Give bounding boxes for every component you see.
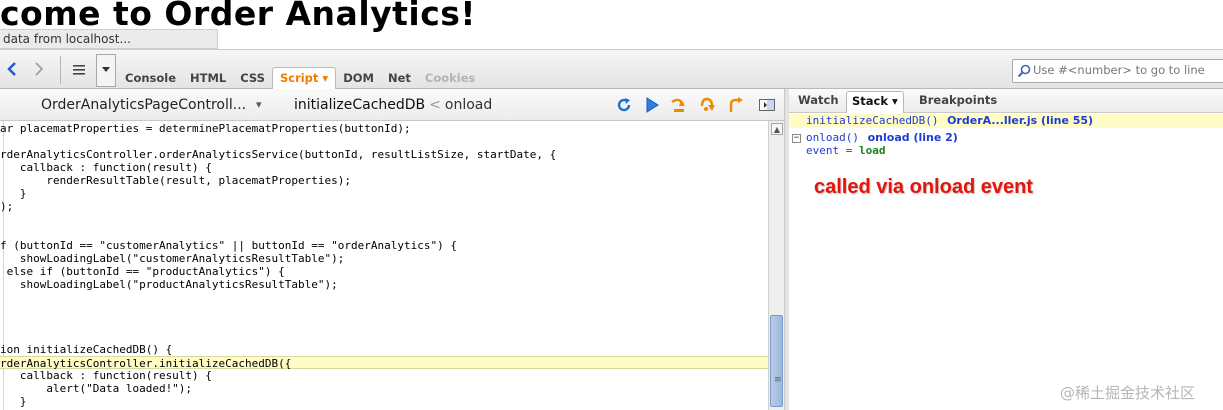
chevron-down-icon	[102, 67, 110, 72]
code-line[interactable]: renderResultTable(result, placematProper…	[0, 174, 351, 187]
back-button[interactable]	[4, 58, 20, 82]
code-editor[interactable]: ar placematProperties = determinePlacema…	[0, 121, 768, 410]
scroll-up-button[interactable]: ▲	[771, 123, 783, 135]
panel-dropdown-button[interactable]	[96, 54, 116, 87]
panel-menu-button[interactable]	[70, 58, 88, 82]
forward-button[interactable]	[31, 58, 47, 82]
scroll-grip-icon: ≡	[774, 375, 782, 385]
toggle-side-panel-icon[interactable]	[758, 96, 776, 114]
code-line[interactable]: showLoadingLabel("productAnalyticsResult…	[0, 278, 338, 291]
side-panel-tabs: Watch Stack ▾ Breakpoints	[789, 89, 1223, 113]
tab-breakpoints[interactable]: Breakpoints	[919, 93, 997, 107]
stack-frame[interactable]: initializeCachedDB() OrderA...ller.js (l…	[789, 114, 1223, 128]
variable-name: event	[806, 144, 840, 157]
file-selector-arrow-icon[interactable]: ▾	[256, 98, 262, 111]
code-scrollbar[interactable]: ▲ ≡	[768, 121, 784, 410]
frame-function: initializeCachedDB()	[806, 114, 939, 127]
frame-variable[interactable]: event = load	[789, 144, 1223, 158]
code-line[interactable]: callback : function(result) {	[0, 161, 212, 174]
chevron-right-icon	[35, 62, 44, 76]
tab-cookies[interactable]: Cookies	[418, 68, 482, 90]
code-line[interactable]: showLoadingLabel("customerAnalyticsResul…	[0, 252, 345, 265]
code-line[interactable]: rderAnalyticsController.orderAnalyticsSe…	[0, 148, 556, 161]
stack-panel: initializeCachedDB() OrderA...ller.js (l…	[789, 113, 1223, 410]
tab-script[interactable]: Script ▾	[271, 67, 337, 90]
code-line[interactable]: );	[0, 200, 13, 213]
tab-console[interactable]: Console	[118, 68, 183, 90]
file-selector[interactable]: OrderAnalyticsPageControll...	[41, 97, 246, 113]
code-line[interactable]: else if (buttonId == "productAnalytics")…	[0, 265, 285, 278]
firebug-toolbar: Console HTML CSS Script ▾ DOM Net Cookie…	[0, 49, 1223, 90]
code-line[interactable]: ion initializeCachedDB() {	[0, 343, 172, 356]
variable-value: load	[859, 144, 886, 157]
go-to-line-input[interactable]: Use #<number> to go to line	[1012, 59, 1223, 83]
toolbar-divider	[60, 56, 61, 84]
code-line[interactable]: }	[0, 187, 27, 200]
tab-dom[interactable]: DOM	[336, 68, 381, 90]
tab-stack[interactable]: Stack ▾	[846, 91, 904, 113]
code-line[interactable]: callback : function(result) {	[0, 369, 212, 382]
crumb-separator: <	[429, 97, 441, 113]
loading-status: data from localhost...	[0, 29, 218, 49]
tab-html[interactable]: HTML	[183, 68, 233, 90]
rerun-icon[interactable]	[615, 96, 633, 114]
search-placeholder: Use #<number> to go to line	[1033, 63, 1205, 77]
script-header: OrderAnalyticsPageControll... ▾ initiali…	[0, 89, 786, 121]
call-breadcrumb: initializeCachedDB < onload	[294, 97, 492, 113]
step-over-icon[interactable]	[670, 96, 688, 114]
list-icon	[73, 65, 85, 75]
code-line[interactable]: alert("Data loaded!");	[0, 382, 192, 395]
step-into-icon[interactable]	[698, 96, 716, 114]
panel-tabs: Console HTML CSS Script ▾ DOM Net Cookie…	[118, 67, 482, 90]
collapse-icon[interactable]: −	[792, 134, 801, 143]
stack-frame[interactable]: − onload() onload (line 2)	[789, 131, 1223, 145]
watermark: @稀土掘金技术社区	[1060, 384, 1196, 402]
tab-net[interactable]: Net	[381, 68, 418, 90]
chevron-left-icon	[7, 62, 16, 76]
scroll-thumb[interactable]: ≡	[770, 315, 783, 407]
search-icon	[1017, 64, 1031, 78]
current-code-line[interactable]: rderAnalyticsController.initializeCached…	[0, 356, 768, 370]
tab-watch[interactable]: Watch	[798, 93, 839, 107]
crumb-previous[interactable]: onload	[445, 97, 492, 113]
code-line[interactable]: }	[0, 395, 27, 408]
annotation-text: called via onload event	[814, 176, 1033, 198]
step-out-icon[interactable]	[726, 96, 744, 114]
crumb-current[interactable]: initializeCachedDB	[294, 97, 425, 113]
tab-css[interactable]: CSS	[233, 68, 272, 90]
code-line[interactable]: f (buttonId == "customerAnalytics" || bu…	[0, 239, 457, 252]
variable-equals: =	[845, 144, 853, 157]
continue-icon[interactable]	[643, 96, 661, 114]
frame-source-link[interactable]: onload (line 2)	[868, 131, 958, 144]
code-line[interactable]: ar placematProperties = determinePlacema…	[0, 122, 411, 135]
frame-source-link[interactable]: OrderA...ller.js (line 55)	[947, 114, 1093, 127]
